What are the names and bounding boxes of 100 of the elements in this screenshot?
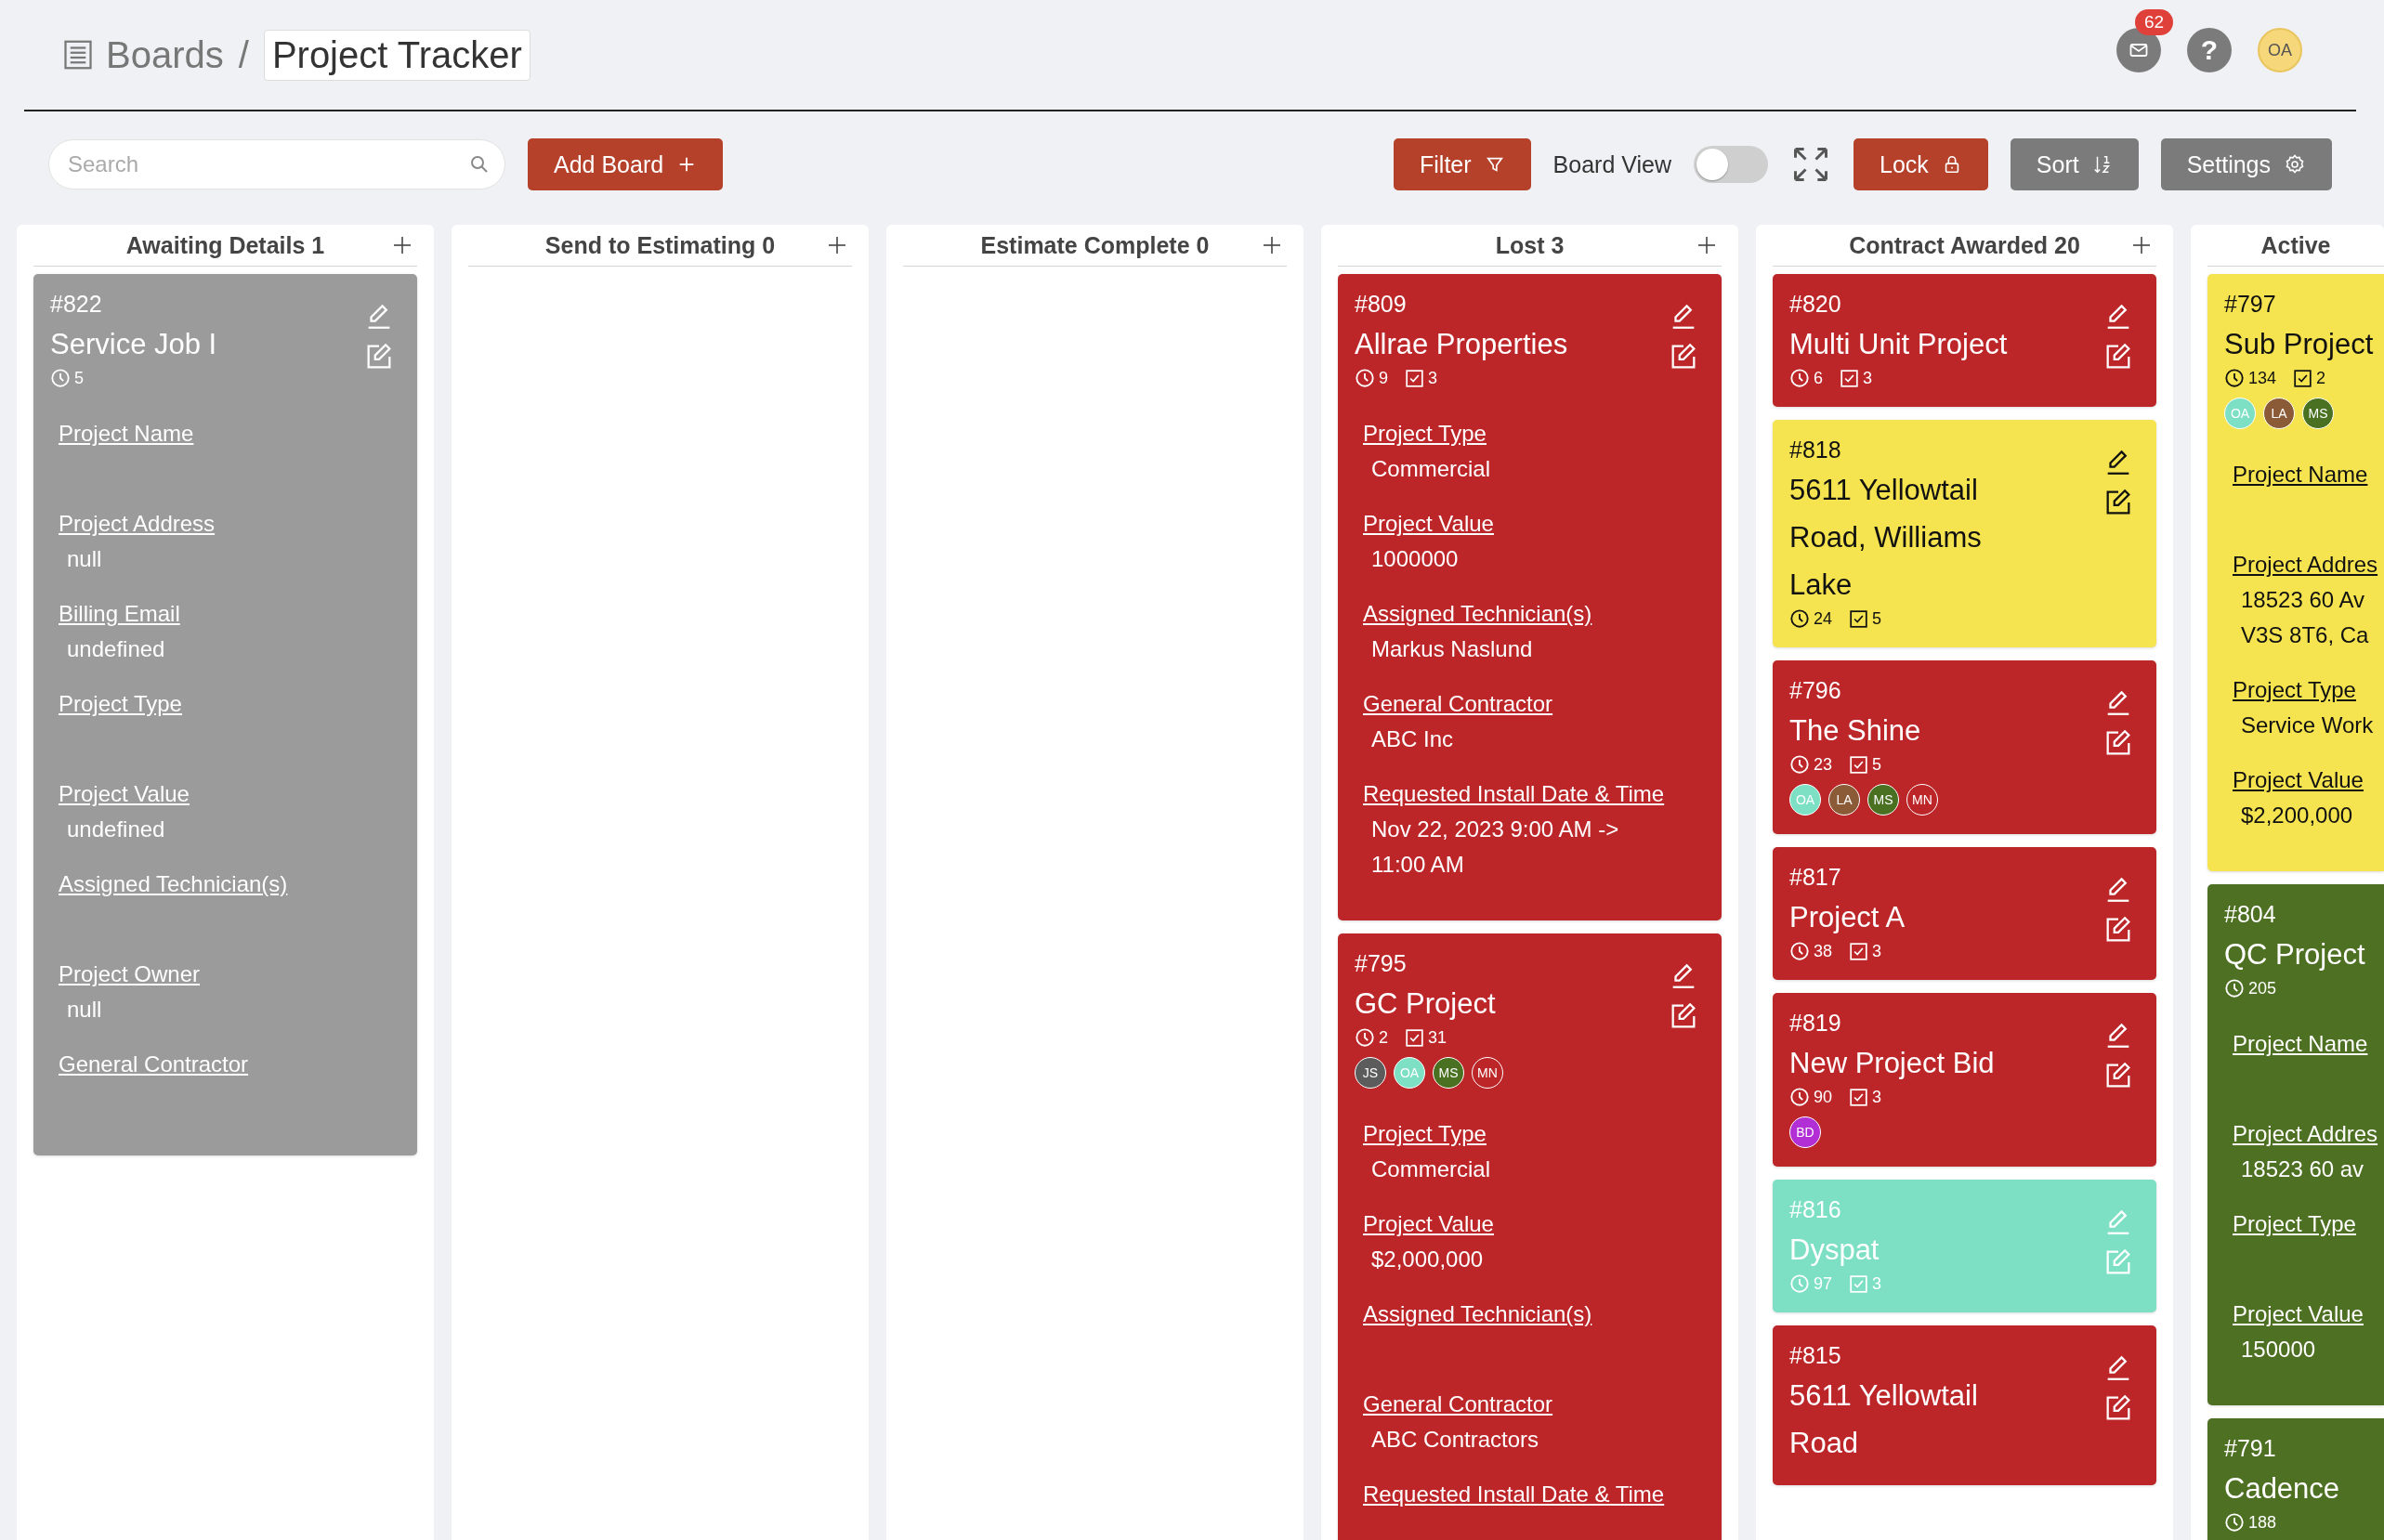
project-card[interactable]: #804 QC Project 205 Project Name Project Addres 18523 60 av Project Type Project Value 150000 bbox=[2207, 884, 2384, 1405]
field-label[interactable]: Project Addres bbox=[2233, 547, 2378, 582]
board-title-field[interactable]: Project Tracker bbox=[263, 29, 531, 81]
task-count: 5 bbox=[1872, 608, 1882, 629]
card-title: Cadence bbox=[2224, 1471, 2340, 1507]
field-label[interactable]: Project Value bbox=[2233, 763, 2364, 798]
time-count: 188 bbox=[2248, 1512, 2277, 1533]
card-number: #818 bbox=[1789, 436, 1842, 464]
add-card-icon[interactable] bbox=[826, 234, 848, 256]
card-number: #815 bbox=[1789, 1341, 1842, 1370]
clock-icon bbox=[1789, 608, 1810, 629]
time-count: 38 bbox=[1814, 941, 1833, 961]
field-label[interactable]: Project Value bbox=[1363, 1207, 1494, 1242]
time-count: 90 bbox=[1814, 1087, 1833, 1107]
checkbox-icon bbox=[1849, 941, 1869, 961]
field-value: 18523 60 av bbox=[2240, 1155, 2365, 1183]
clock-icon bbox=[2224, 1512, 2245, 1533]
help-button[interactable]: ? bbox=[2187, 28, 2232, 72]
field-label[interactable]: General Contractor bbox=[1363, 686, 1553, 722]
field-label[interactable]: Requested Install Date & Time bbox=[1363, 777, 1665, 812]
user-avatar: LA bbox=[2263, 398, 2295, 429]
user-avatar: MS bbox=[1433, 1057, 1464, 1089]
clock-icon bbox=[1789, 368, 1810, 388]
checkbox-icon bbox=[1849, 1273, 1869, 1294]
field-value: ABC Contractors bbox=[1370, 1426, 1540, 1454]
field-value: ABC Inc bbox=[1370, 725, 1455, 753]
add-card-icon[interactable] bbox=[1261, 234, 1283, 256]
user-avatar: LA bbox=[1828, 784, 1860, 816]
lock-button[interactable]: Lock bbox=[1853, 138, 1988, 190]
field-value: $2,200,000 bbox=[2240, 802, 2354, 829]
field-label[interactable]: Assigned Technician(s) bbox=[1363, 596, 1592, 632]
sort-button[interactable]: Sort bbox=[2010, 138, 2139, 190]
add-card-icon[interactable] bbox=[391, 234, 413, 256]
project-card[interactable]: #796 The Shine 23 5 OA LA MS MN bbox=[1773, 660, 2156, 834]
board-view-label: Board View bbox=[1552, 150, 1671, 178]
field-label[interactable]: Project Type bbox=[2233, 672, 2356, 708]
field-value: null bbox=[66, 545, 103, 573]
field-label[interactable]: Project Name bbox=[2233, 1026, 2368, 1062]
task-count: 3 bbox=[1872, 1087, 1882, 1107]
add-card-icon[interactable] bbox=[2130, 234, 2153, 256]
field-label[interactable]: Requested Install Date & Time bbox=[1363, 1477, 1665, 1512]
card-number: #791 bbox=[2224, 1434, 2277, 1463]
column-title: Awaiting Details 1 bbox=[125, 231, 325, 259]
clock-icon bbox=[2224, 978, 2245, 998]
add-board-button[interactable]: Add Board bbox=[528, 138, 724, 190]
checkbox-icon bbox=[1405, 1027, 1424, 1048]
field-value: undefined bbox=[66, 816, 166, 843]
field-label[interactable]: General Contractor bbox=[1363, 1387, 1553, 1422]
project-card[interactable]: #797 Sub Project 134 2 OA LA MS Project Name Project Addres 18523 60 Av V3S 8T6, Ca Project Type Service Work Project Value $2,200,000 bbox=[2207, 274, 2384, 871]
filter-button[interactable]: Filter bbox=[1394, 138, 1531, 190]
project-card[interactable]: #819 New Project Bid 90 3 BD bbox=[1773, 993, 2156, 1167]
card-number: #796 bbox=[1789, 676, 1842, 705]
add-card-icon[interactable] bbox=[1696, 234, 1718, 256]
field-value: $2,000,000 bbox=[1370, 1246, 1485, 1273]
card-title: The Shine bbox=[1789, 713, 1922, 749]
notification-badge: 62 bbox=[2135, 9, 2174, 35]
field-label[interactable]: Project Name bbox=[2233, 457, 2368, 492]
card-title: 5611 Yellowtail Road bbox=[1789, 1378, 1979, 1461]
field-label[interactable]: Project Addres bbox=[2233, 1116, 2378, 1152]
board-icon bbox=[61, 38, 95, 72]
field-label[interactable]: Project Type bbox=[2233, 1207, 2356, 1242]
card-title: Multi Unit Project bbox=[1789, 327, 2008, 362]
field-label[interactable]: Project Type bbox=[1363, 1116, 1487, 1152]
time-count: 5 bbox=[74, 368, 84, 388]
user-avatar[interactable]: OA bbox=[2258, 28, 2302, 72]
user-avatar: MN bbox=[1906, 784, 1938, 816]
field-label[interactable]: Assigned Technician(s) bbox=[1363, 1297, 1592, 1332]
project-card[interactable]: #817 Project A 38 3 bbox=[1773, 847, 2156, 980]
project-card[interactable]: #818 5611 Yellowtail Road, Williams Lake 24 5 bbox=[1773, 420, 2156, 647]
field-label[interactable]: Project Value bbox=[2233, 1297, 2364, 1332]
project-card[interactable]: #795 GC Project 2 31 JS OA MS MN Project Type Commercial Project Value $2,000,000 Assigned Technician(s) General Contractor ABC Contractors Requested Install Date & Time bbox=[1338, 933, 1722, 1540]
user-avatar: OA bbox=[2224, 398, 2256, 429]
card-number: #795 bbox=[1355, 949, 1408, 978]
column-title: Estimate Complete 0 bbox=[980, 231, 1210, 259]
clock-icon bbox=[1355, 368, 1375, 388]
checkbox-icon bbox=[1840, 368, 1859, 388]
project-card[interactable]: #809 Allrae Properties 9 3 Project Type Commercial Project Value 1000000 Assigned Technician(s) Markus Naslund General Contractor ABC Inc Requested Install Date & Time Nov 22, 2023 9:00 AM -> 11:00 AM bbox=[1338, 274, 1722, 920]
board-view-toggle[interactable] bbox=[1694, 146, 1768, 183]
card-title: Sub Project bbox=[2224, 327, 2374, 362]
checkbox-icon bbox=[1849, 1087, 1869, 1107]
field-label[interactable]: Project Type bbox=[1363, 416, 1487, 451]
boards-link[interactable]: Boards bbox=[106, 33, 224, 76]
time-count: 2 bbox=[1379, 1027, 1388, 1048]
field-value: 1000000 bbox=[1370, 545, 1460, 573]
user-avatar: JS bbox=[1355, 1057, 1386, 1089]
settings-button[interactable]: Settings bbox=[2160, 138, 2332, 190]
search-field[interactable]: Search bbox=[48, 139, 505, 189]
checkbox-icon bbox=[1405, 368, 1424, 388]
field-value: null bbox=[66, 996, 103, 1024]
project-card[interactable]: #815 5611 Yellowtail Road bbox=[1773, 1325, 2156, 1485]
inbox-button[interactable] bbox=[2116, 28, 2161, 72]
breadcrumb-separator: / bbox=[238, 33, 249, 76]
time-count: 97 bbox=[1814, 1273, 1833, 1294]
clock-icon bbox=[2224, 368, 2245, 388]
task-count: 5 bbox=[1872, 754, 1882, 775]
field-value: Commercial bbox=[1370, 455, 1491, 483]
user-avatar: MS bbox=[2302, 398, 2334, 429]
project-card[interactable]: #820 Multi Unit Project 6 3 bbox=[1773, 274, 2156, 407]
field-label[interactable]: Project Value bbox=[1363, 506, 1494, 542]
project-card[interactable]: #791 Cadence 188 bbox=[2207, 1418, 2384, 1540]
